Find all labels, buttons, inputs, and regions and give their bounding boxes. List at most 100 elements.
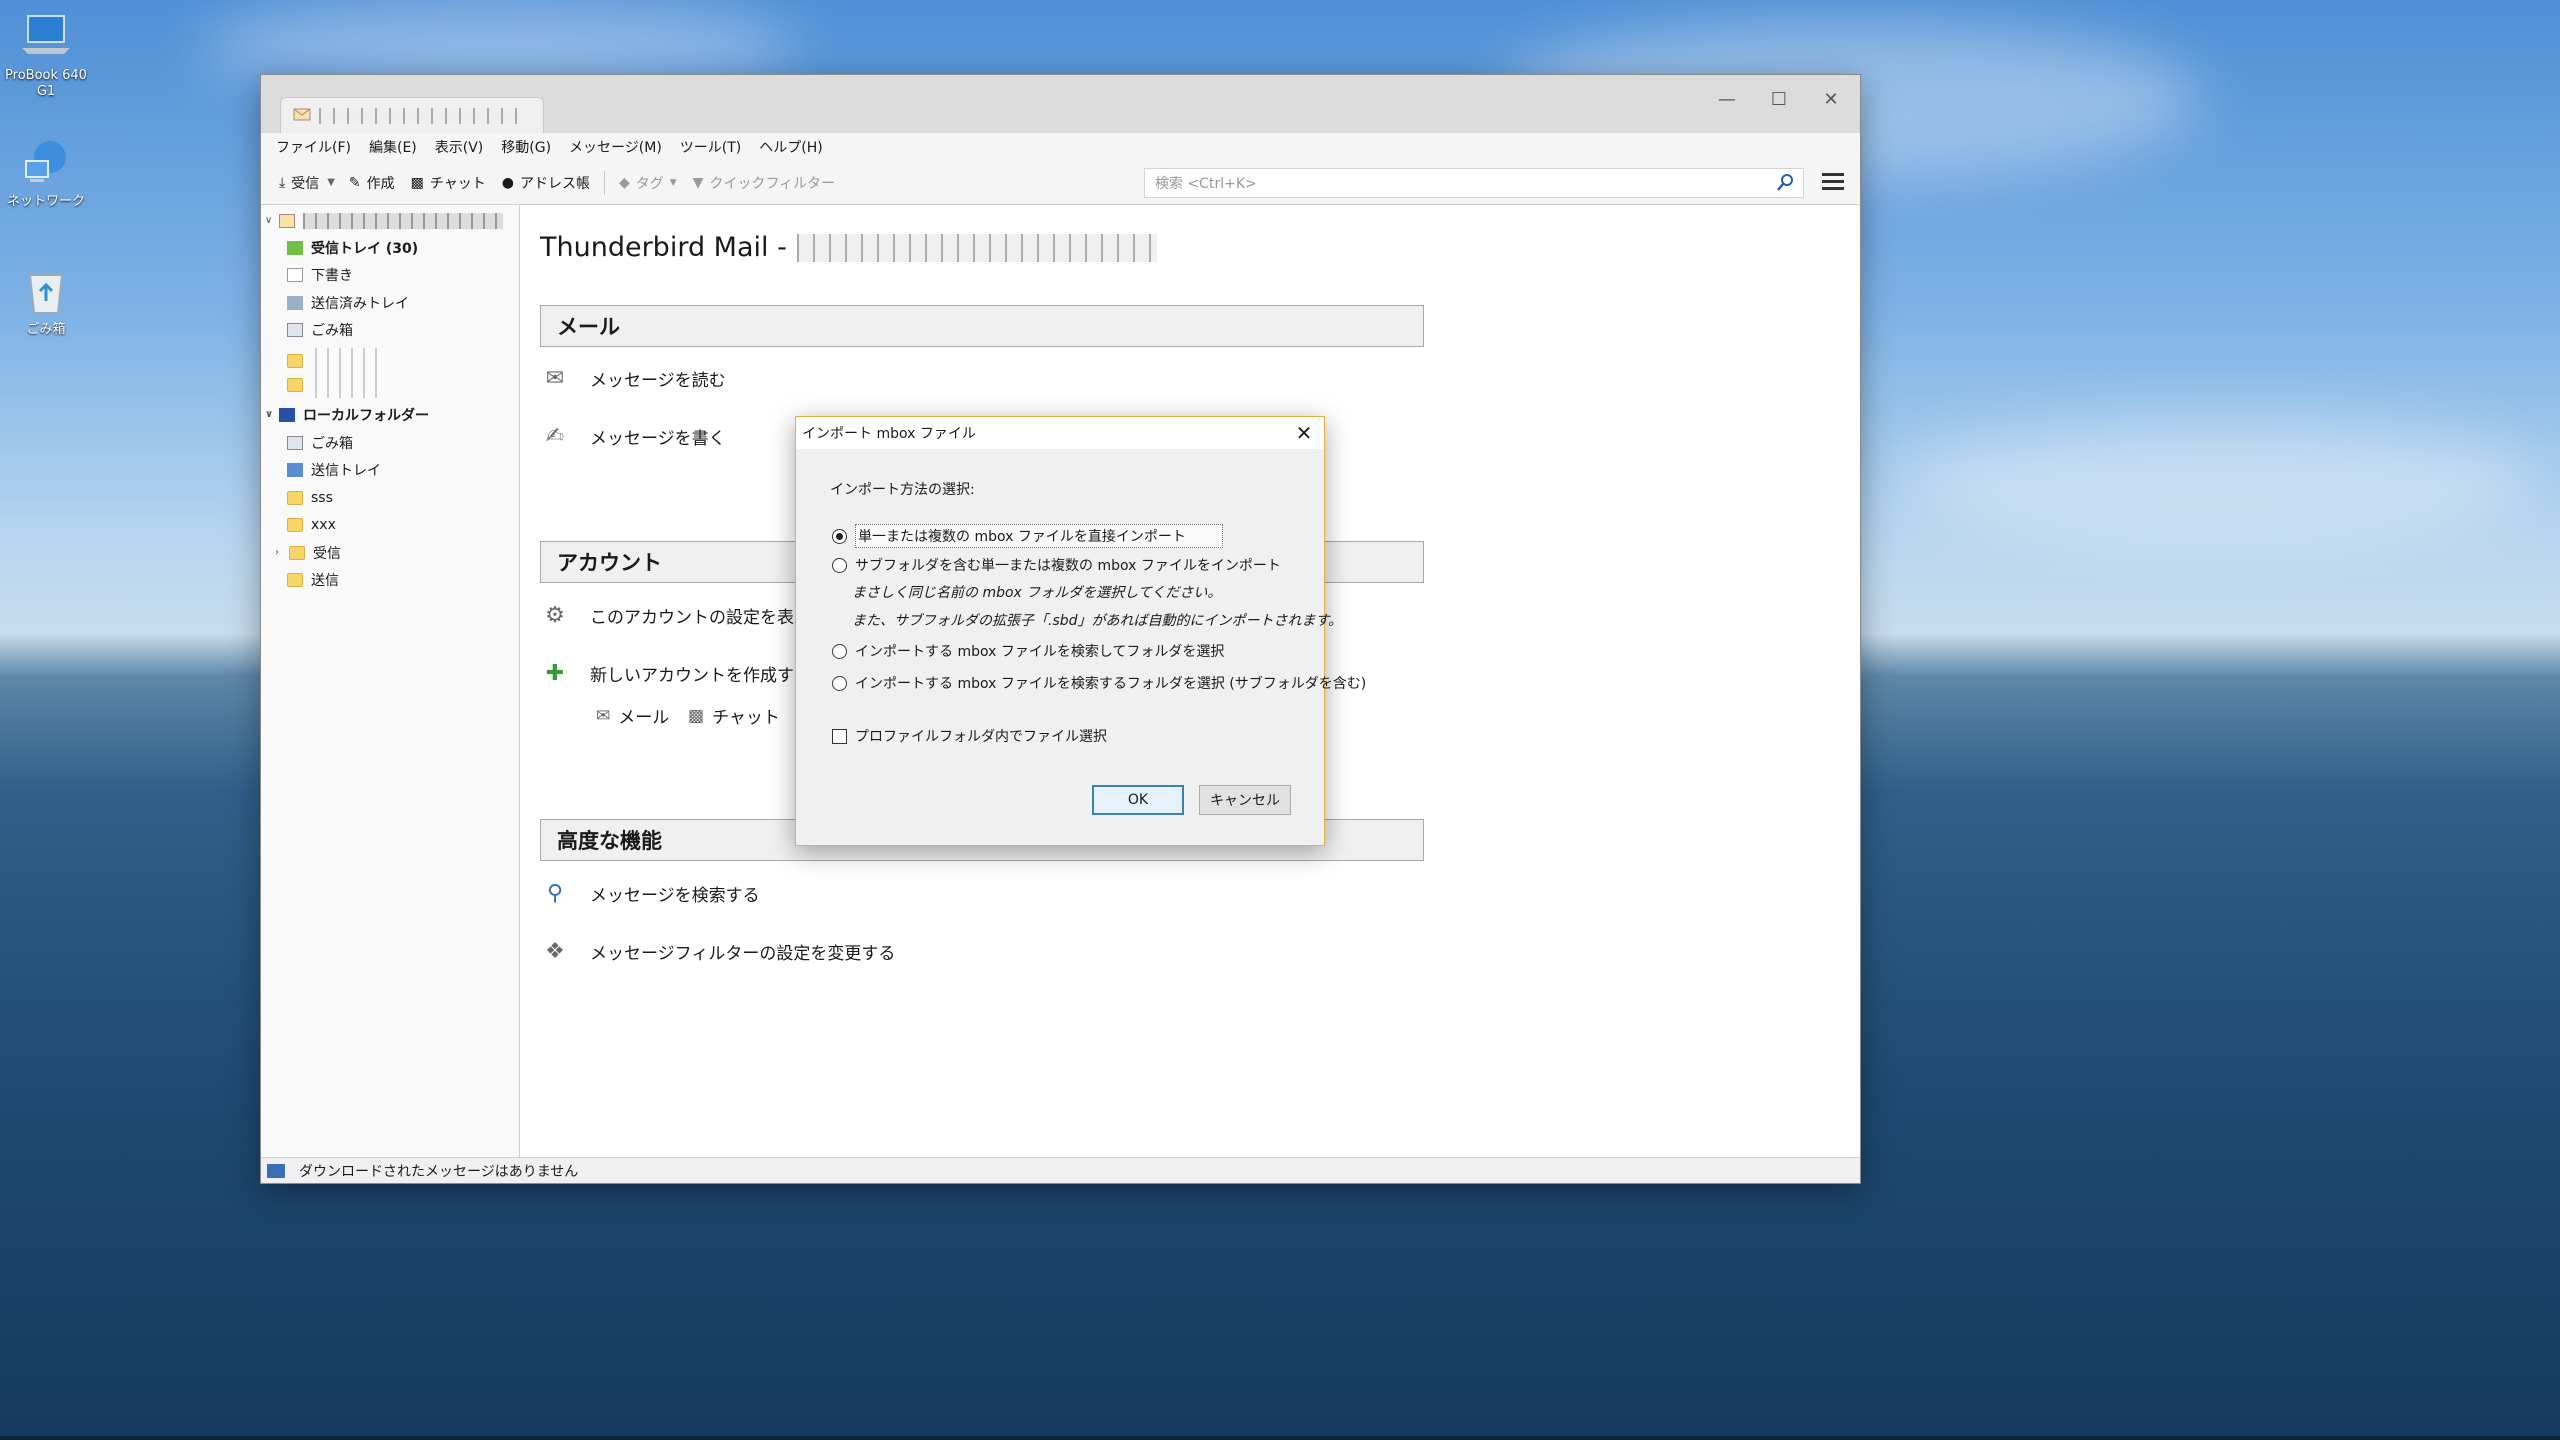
radio-selected[interactable] [832,528,847,544]
menu-bar: ファイル(F) 編集(E) 表示(V) 移動(G) メッセージ(M) ツール(T… [261,133,1860,161]
folder-label: ごみ箱 [311,435,353,452]
filter-settings-link[interactable]: ❖ メッセージフィルターの設定を変更する [540,937,895,965]
download-icon: ⤓ [279,174,286,191]
chat-icon: ▩ [688,705,705,726]
maximize-button[interactable]: ☐ [1756,83,1802,115]
menu-file[interactable]: ファイル(F) [269,135,358,159]
folder-names-redacted [315,348,385,398]
search-icon[interactable] [1777,174,1793,196]
folder-label: 送信 [311,572,339,589]
read-messages-link[interactable]: ✉ メッセージを読む [540,364,726,392]
online-status-icon[interactable] [267,1163,285,1178]
option-note: また、サブフォルダの拡張子「.sbd」があれば自動的にインポートされます。 [852,613,1343,629]
local-folder-trash[interactable]: ごみ箱 [287,429,353,456]
new-mail-account-link[interactable]: ✉ メール [596,703,669,729]
chat-label: チャット [429,175,486,192]
title-text: Thunderbird Mail - [540,232,787,263]
local-folder-inbox[interactable]: › 受信 [275,539,341,566]
link-label: メッセージを書く [590,428,726,449]
menu-go[interactable]: 移動(G) [494,135,558,159]
desktop-icon-computer[interactable]: ProBook 640 G1 [0,10,94,100]
import-method-label: インポート方法の選択: [830,482,975,498]
minimize-button[interactable]: — [1704,83,1750,115]
local-folder-sss[interactable]: sss [287,484,333,511]
new-account-icon: ✚ [545,660,565,686]
get-messages-button[interactable]: ⤓ 受信 [271,169,327,197]
folder-icon [289,545,305,560]
mail-account-icon [279,213,295,228]
status-text: ダウンロードされたメッセージはありません [299,1163,579,1180]
local-folder-send[interactable]: 送信 [287,566,339,593]
new-chat-account-link[interactable]: ▩ チャット [688,703,780,729]
app-menu-icon[interactable] [1822,173,1844,194]
mail-tab-icon [293,107,311,125]
folder-label: sss [311,489,333,506]
desktop-icon-network[interactable]: ネットワーク [0,136,94,210]
search-input[interactable]: 検索 <Ctrl+K> [1144,168,1804,198]
option-import-with-subfolders[interactable]: サブフォルダを含む単一または複数の mbox ファイルをインポート [832,555,1281,575]
profile-folder-checkbox[interactable]: プロファイルフォルダ内でファイル選択 [832,726,1107,746]
local-folders-row[interactable]: ∨ ローカルフォルダー [265,401,429,428]
option-note: まさしく同じ名前の mbox フォルダを選択してください。 [852,585,1222,601]
get-messages-dropdown-icon[interactable]: ▼ [327,177,335,188]
address-book-label: アドレス帳 [519,175,590,192]
dialog-title-bar: インポート mbox ファイル ✕ [796,417,1324,449]
page-title: Thunderbird Mail - [540,232,1157,263]
radio[interactable] [832,643,847,659]
chat-button[interactable]: ▩ チャット [403,169,494,197]
filter-icon: ▼ [692,174,704,191]
magnifier-icon: ⚲ [546,880,564,906]
checkbox-label: プロファイルフォルダ内でファイル選択 [855,729,1107,745]
close-button[interactable]: ✕ [1808,83,1854,115]
search-messages-link[interactable]: ⚲ メッセージを検索する [540,879,760,907]
desktop-icon-recycle-bin[interactable]: ごみ箱 [0,264,94,338]
view-settings-link[interactable]: ⚙ このアカウントの設定を表示 [540,601,811,629]
account-row[interactable]: ∨ [265,207,503,234]
tab-account-home[interactable] [280,97,544,133]
folder-redacted[interactable] [287,345,385,401]
menu-view[interactable]: 表示(V) [428,135,491,159]
pencil-icon: ✎ [348,174,361,191]
folder-pane: ∨ 受信トレイ (30) 下書き 送信済みトレイ ごみ箱 ∨ ローカルフォルダー… [261,205,520,1157]
close-icon[interactable]: ✕ [1292,421,1316,445]
menu-help[interactable]: ヘルプ(H) [752,135,829,159]
trash-icon [287,435,303,450]
folder-sent[interactable]: 送信済みトレイ [287,289,409,316]
folder-label: ごみ箱 [311,322,353,339]
menu-message[interactable]: メッセージ(M) [562,135,669,159]
link-label: メッセージを検索する [590,885,760,906]
write-button[interactable]: ✎ 作成 [341,169,403,197]
folder-inbox[interactable]: 受信トレイ (30) [287,234,418,261]
option-search-folder-recursive[interactable]: インポートする mbox ファイルを検索するフォルダを選択 (サブフォルダを含む… [832,673,1366,693]
import-mbox-dialog: インポート mbox ファイル ✕ インポート方法の選択: 単一または複数の m… [795,416,1366,846]
write-message-link[interactable]: ✍ メッセージを書く [540,422,726,450]
ok-button[interactable]: OK [1092,785,1184,815]
search-placeholder: 検索 <Ctrl+K> [1155,176,1257,192]
expand-icon[interactable]: ∨ [265,215,277,226]
desktop-icon-label: ごみ箱 [26,322,66,337]
local-folder-outbox[interactable]: 送信トレイ [287,456,381,483]
filter-icon: ❖ [545,938,565,964]
chat-bubble-icon: ▩ [410,174,424,191]
folder-trash[interactable]: ごみ箱 [287,316,353,343]
menu-tools[interactable]: ツール(T) [673,135,748,159]
link-label: このアカウントの設定を表示 [590,607,811,628]
tag-button[interactable]: ◆ タグ ▼ [611,169,685,197]
cancel-button[interactable]: キャンセル [1199,785,1291,815]
address-book-button[interactable]: ● アドレス帳 [494,169,598,197]
status-bar: ダウンロードされたメッセージはありません [261,1157,1860,1183]
mail-section-header: メール [540,305,1424,347]
quick-filter-button[interactable]: ▼ クイックフィルター [685,169,844,197]
folder-drafts[interactable]: 下書き [287,261,353,288]
checkbox[interactable] [832,728,847,744]
folder-label: 受信トレイ (30) [311,240,419,257]
menu-edit[interactable]: 編集(E) [362,135,424,159]
collapse-icon[interactable]: › [275,547,287,558]
option-direct-import[interactable]: 単一または複数の mbox ファイルを直接インポート [832,524,1223,548]
expand-icon[interactable]: ∨ [265,409,277,420]
section-title: アカウント [557,551,662,575]
option-search-files[interactable]: インポートする mbox ファイルを検索してフォルダを選択 [832,641,1224,661]
radio[interactable] [832,675,847,691]
radio[interactable] [832,557,847,573]
local-folder-xxx[interactable]: xxx [287,511,336,538]
